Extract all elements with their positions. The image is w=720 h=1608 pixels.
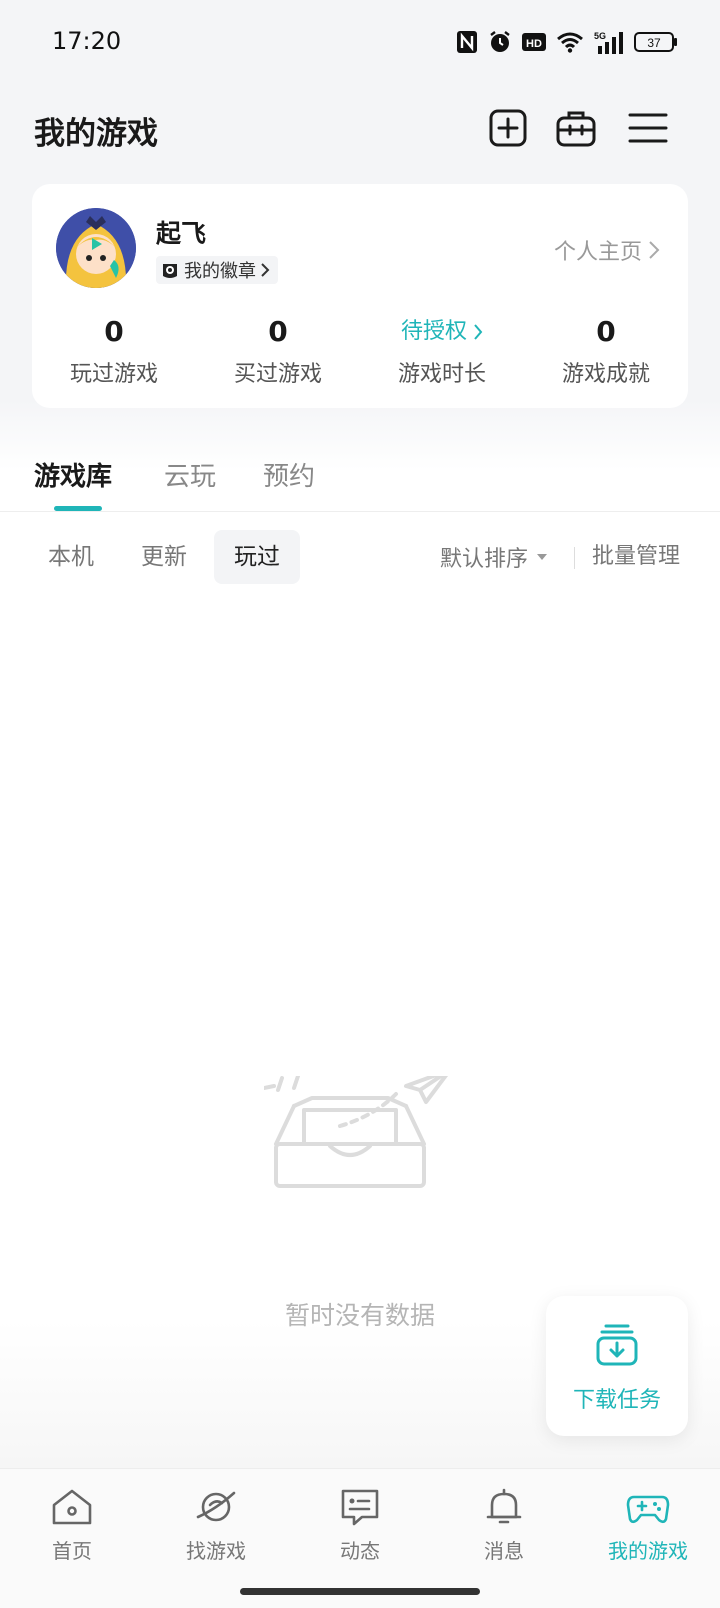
- download-icon: [596, 1324, 638, 1366]
- page-title: 我的游戏: [34, 116, 158, 152]
- add-game-icon: [489, 109, 527, 147]
- sort-label: 默认排序: [440, 547, 529, 572]
- nav-label: 首页: [52, 1539, 92, 1563]
- stat-label: 买过游戏: [233, 362, 322, 387]
- stat-value: 0: [268, 315, 288, 348]
- nav-feed[interactable]: 动态: [288, 1487, 432, 1564]
- my-badges-link[interactable]: 我的徽章: [156, 256, 278, 284]
- nav-home[interactable]: 首页: [0, 1487, 144, 1564]
- profile-card: 起飞 我的徽章 个人主页 0 玩过游戏 0 买过游戏 待授权 游戏时长 0 游戏…: [32, 184, 688, 408]
- network-type: 5G: [594, 31, 606, 41]
- subtab-played[interactable]: 玩过: [214, 530, 300, 584]
- nav-label: 动态: [340, 1539, 380, 1563]
- personal-homepage-label: 个人主页: [553, 240, 642, 265]
- planet-icon: [196, 1491, 236, 1522]
- avatar[interactable]: [56, 208, 136, 288]
- chevron-right-icon: [474, 324, 483, 340]
- subtab-local[interactable]: 本机: [28, 530, 114, 584]
- alarm-icon: [490, 31, 510, 52]
- gamepad-icon: [626, 1495, 670, 1524]
- stat-played-games[interactable]: 0 玩过游戏: [32, 312, 196, 392]
- stat-play-time[interactable]: 待授权 游戏时长: [360, 312, 524, 392]
- tab-cloud-play[interactable]: 云玩: [164, 456, 216, 493]
- subtab-updates[interactable]: 更新: [121, 530, 207, 584]
- nav-label: 我的游戏: [608, 1539, 688, 1563]
- divider: [574, 547, 575, 569]
- chevron-right-icon: [649, 241, 660, 259]
- profile-stats: 0 玩过游戏 0 买过游戏 待授权 游戏时长 0 游戏成就: [32, 312, 688, 392]
- home-indicator[interactable]: [240, 1588, 480, 1595]
- battery-level: 37: [647, 36, 661, 50]
- stat-label: 游戏成就: [561, 362, 650, 387]
- menu-icon: [628, 113, 668, 143]
- toolbox-icon: [556, 111, 596, 147]
- stat-achievements[interactable]: 0 游戏成就: [524, 312, 688, 392]
- my-badges-label: 我的徽章: [184, 261, 256, 282]
- nav-find-games[interactable]: 找游戏: [144, 1487, 288, 1564]
- filter-bar: 本机 更新 玩过 默认排序 批量管理: [0, 530, 720, 584]
- batch-manage-button[interactable]: 批量管理: [592, 530, 680, 584]
- bottom-nav: 首页 找游戏 动态 消息 我的游戏: [0, 1468, 720, 1608]
- caret-down-icon: [537, 554, 548, 560]
- stat-label: 玩过游戏: [69, 362, 158, 387]
- svg-text:HD: HD: [526, 38, 542, 50]
- authorize-label: 待授权: [400, 319, 467, 344]
- stat-label: 游戏时长: [397, 362, 486, 387]
- main-tabs: 游戏库 云玩 预约: [0, 448, 720, 512]
- menu-button[interactable]: [626, 106, 670, 150]
- stat-value: 0: [104, 315, 124, 348]
- empty-inbox-illustration: [264, 1076, 448, 1188]
- bell-icon: [486, 1488, 522, 1524]
- toolbox-button[interactable]: [554, 106, 598, 150]
- home-icon: [52, 1489, 92, 1525]
- tab-reservations[interactable]: 预约: [263, 456, 315, 493]
- avatar-image: [56, 208, 136, 288]
- download-tasks-button[interactable]: 下载任务: [546, 1296, 688, 1436]
- chevron-right-icon: [261, 263, 270, 277]
- stat-value-authorize: 待授权: [360, 312, 524, 352]
- stat-purchased-games[interactable]: 0 买过游戏: [196, 312, 360, 392]
- nav-label: 找游戏: [186, 1539, 246, 1563]
- battery-icon: 37: [634, 32, 677, 52]
- chat-icon: [341, 1489, 379, 1526]
- sort-dropdown[interactable]: 默认排序: [440, 530, 548, 584]
- wifi-icon: [557, 32, 583, 53]
- nav-messages[interactable]: 消息: [432, 1487, 576, 1564]
- status-bar: 17:20 HD 5G 37: [0, 0, 720, 84]
- nav-label: 消息: [484, 1539, 524, 1563]
- header: 我的游戏: [0, 100, 720, 156]
- status-time: 17:20: [52, 27, 122, 55]
- status-icons: HD 5G 37: [456, 28, 678, 56]
- add-game-button[interactable]: [486, 106, 530, 150]
- nfc-icon: [457, 31, 477, 53]
- active-tab-indicator: [54, 506, 102, 511]
- nav-my-games[interactable]: 我的游戏: [576, 1487, 720, 1564]
- signal-icon: 5G: [594, 31, 623, 54]
- download-tasks-label: 下载任务: [572, 1388, 661, 1413]
- personal-homepage-link[interactable]: 个人主页: [554, 234, 660, 266]
- stat-value: 0: [596, 315, 616, 348]
- hd-icon: HD: [522, 33, 546, 51]
- username: 起飞: [156, 219, 207, 248]
- tab-game-library[interactable]: 游戏库: [34, 456, 112, 493]
- badge-icon: [163, 264, 177, 278]
